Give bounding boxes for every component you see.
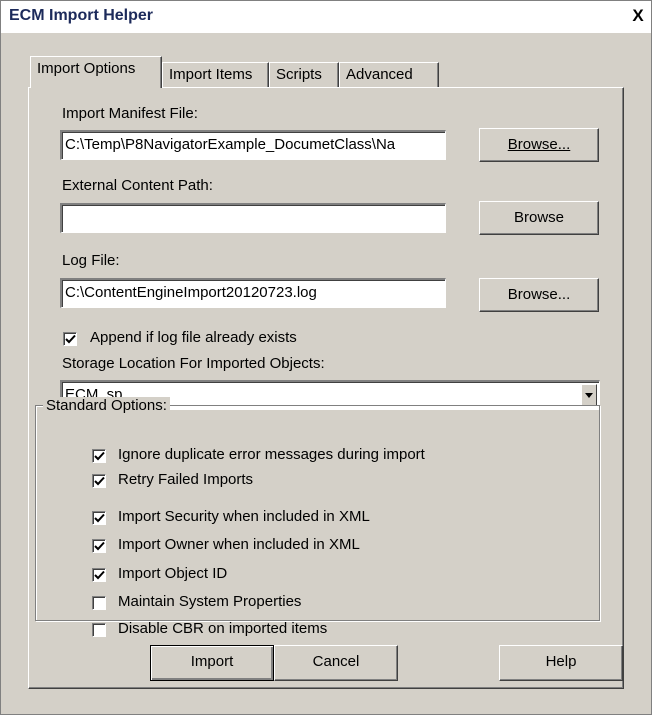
help-button[interactable]: Help (499, 645, 623, 681)
maintain-system-properties-checkbox[interactable] (92, 596, 106, 610)
ignore-duplicates-label: Ignore duplicate error messages during i… (118, 446, 425, 463)
tab-import-items[interactable]: Import Items (162, 62, 269, 88)
external-input[interactable] (60, 203, 446, 233)
import-owner-label: Import Owner when included in XML (118, 536, 360, 553)
title-bar: ECM Import Helper X (1, 1, 651, 33)
manifest-browse-label: Browse... (507, 136, 571, 153)
append-checkbox[interactable] (63, 332, 77, 346)
import-security-checkbox[interactable] (92, 511, 106, 525)
logfile-label: Log File: (62, 252, 120, 269)
import-security-label: Import Security when included in XML (118, 508, 370, 525)
tab-import-options[interactable]: Import Options (30, 56, 162, 88)
check-icon (65, 334, 76, 344)
dialog-window: ECM Import Helper X Import Options Impor… (0, 0, 652, 715)
dialog-body: Import Options Import Items Scripts Adva… (1, 33, 651, 714)
ignore-duplicates-checkbox[interactable] (92, 449, 106, 463)
import-owner-checkbox[interactable] (92, 539, 106, 553)
disable-cbr-label: Disable CBR on imported items (118, 620, 328, 637)
external-browse-button[interactable]: Browse (479, 201, 599, 235)
append-label: Append if log file already exists (90, 329, 297, 346)
cancel-button[interactable]: Cancel (274, 645, 398, 681)
check-icon (94, 476, 105, 486)
storage-label: Storage Location For Imported Objects: (62, 355, 325, 372)
logfile-input[interactable]: C:\ContentEngineImport20120723.log (60, 278, 446, 308)
check-icon (94, 513, 105, 523)
close-icon[interactable]: X (627, 5, 649, 27)
check-icon (94, 451, 105, 461)
retry-failed-label: Retry Failed Imports (118, 471, 254, 488)
tab-advanced[interactable]: Advanced (339, 62, 439, 88)
manifest-input[interactable]: C:\Temp\P8NavigatorExample_DocumetClass\… (60, 130, 446, 160)
import-button[interactable]: Import (150, 645, 274, 681)
external-label: External Content Path: (62, 177, 213, 194)
import-object-id-label: Import Object ID (118, 565, 228, 582)
logfile-browse-button[interactable]: Browse... (479, 278, 599, 312)
manifest-label: Import Manifest File: (62, 105, 198, 122)
check-icon (94, 570, 105, 580)
standard-options-legend: Standard Options: (43, 397, 170, 414)
disable-cbr-checkbox[interactable] (92, 623, 106, 637)
import-object-id-checkbox[interactable] (92, 568, 106, 582)
manifest-browse-button[interactable]: Browse... (479, 128, 599, 162)
check-icon (94, 541, 105, 551)
maintain-system-properties-label: Maintain System Properties (118, 593, 302, 610)
window-title: ECM Import Helper (9, 7, 154, 24)
chevron-down-icon[interactable] (581, 384, 597, 406)
retry-failed-checkbox[interactable] (92, 474, 106, 488)
tab-scripts[interactable]: Scripts (269, 62, 339, 88)
